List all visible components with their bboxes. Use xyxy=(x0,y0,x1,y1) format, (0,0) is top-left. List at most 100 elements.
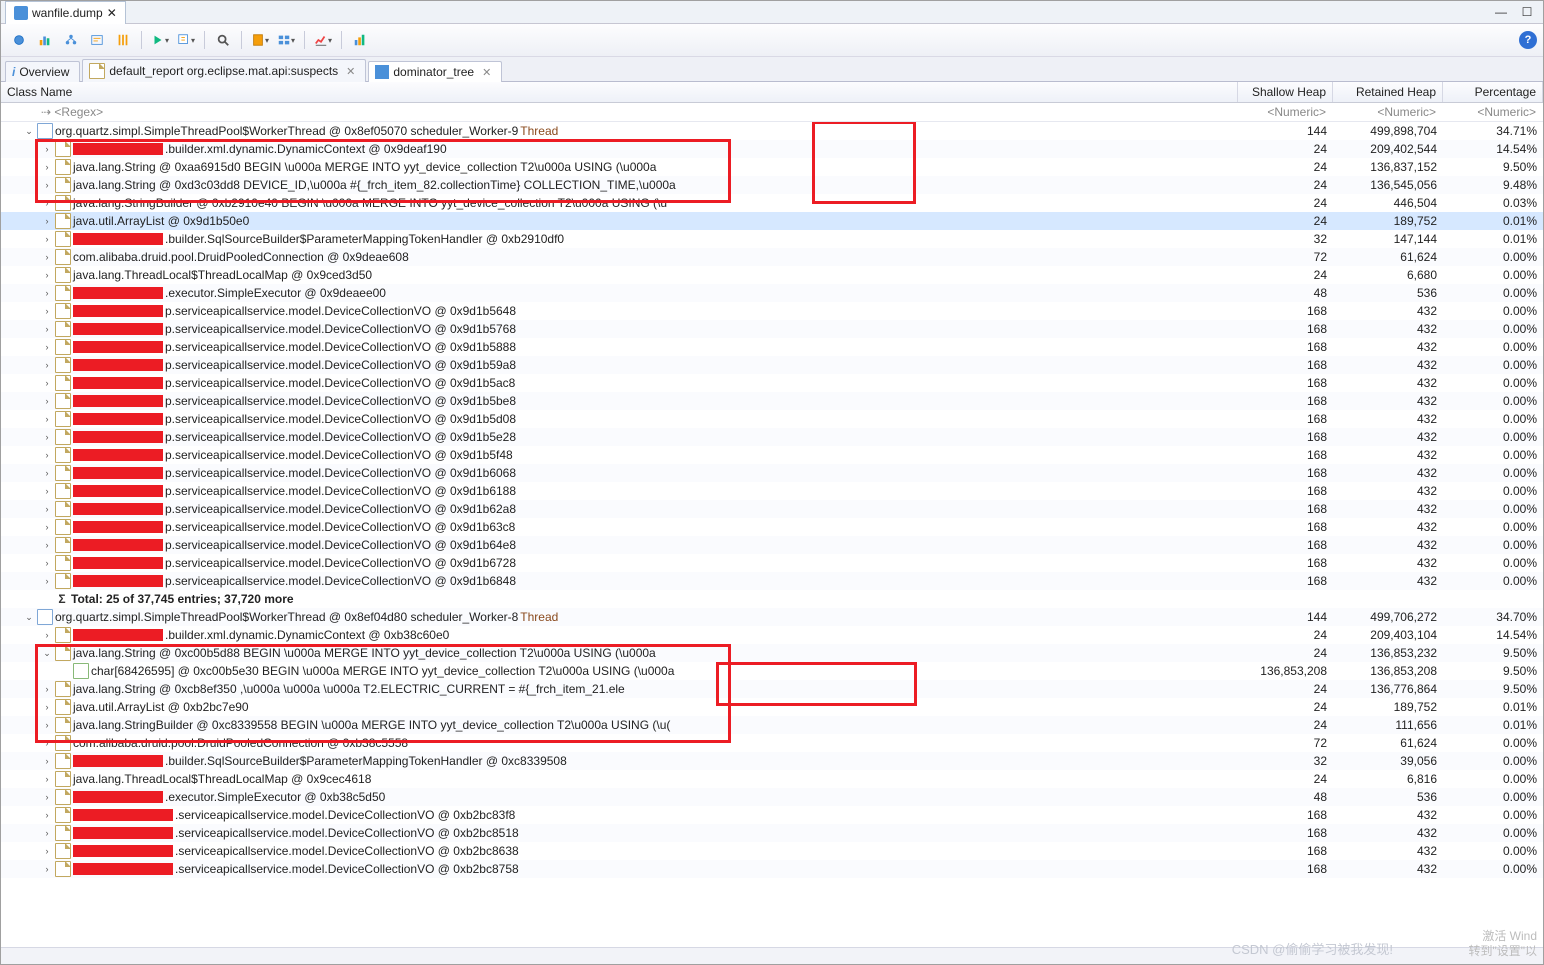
table-row[interactable]: Σ Total: 25 of 37,745 entries; 37,720 mo… xyxy=(1,590,1543,608)
expand-toggle[interactable]: › xyxy=(41,359,53,371)
close-icon[interactable]: ✕ xyxy=(107,6,117,20)
table-row[interactable]: › .builder.SqlSourceBuilder$ParameterMap… xyxy=(1,752,1543,770)
table-row[interactable]: › java.lang.ThreadLocal$ThreadLocalMap @… xyxy=(1,770,1543,788)
table-row[interactable]: › p.serviceapicallservice.model.DeviceCo… xyxy=(1,410,1543,428)
table-row[interactable]: › p.serviceapicallservice.model.DeviceCo… xyxy=(1,374,1543,392)
table-row[interactable]: › com.alibaba.druid.pool.DruidPooledConn… xyxy=(1,248,1543,266)
filter-retained-input[interactable]: <Numeric> xyxy=(1333,103,1443,121)
histogram-icon[interactable] xyxy=(33,28,57,52)
table-row[interactable]: › .serviceapicallservice.model.DeviceCol… xyxy=(1,806,1543,824)
expand-toggle[interactable]: › xyxy=(41,197,53,209)
expand-toggle[interactable]: › xyxy=(41,575,53,587)
table-row[interactable]: › com.alibaba.druid.pool.DruidPooledConn… xyxy=(1,734,1543,752)
table-row[interactable]: › p.serviceapicallservice.model.DeviceCo… xyxy=(1,392,1543,410)
expand-toggle[interactable]: › xyxy=(41,809,53,821)
table-row[interactable]: char[68426595] @ 0xc00b5e30 BEGIN \u000a… xyxy=(1,662,1543,680)
table-row[interactable]: › java.lang.StringBuilder @ 0xb2910e40 B… xyxy=(1,194,1543,212)
table-row[interactable]: › java.lang.String @ 0xcb8ef350 ,\u000a … xyxy=(1,680,1543,698)
expand-toggle[interactable]: › xyxy=(41,539,53,551)
column-shallow-heap[interactable]: Shallow Heap xyxy=(1238,82,1333,102)
table-row[interactable]: › p.serviceapicallservice.model.DeviceCo… xyxy=(1,482,1543,500)
tab-dominator-tree[interactable]: dominator_tree ✕ xyxy=(368,61,502,82)
table-row[interactable]: › p.serviceapicallservice.model.DeviceCo… xyxy=(1,554,1543,572)
expand-toggle[interactable]: › xyxy=(41,161,53,173)
expand-toggle[interactable]: ⌄ xyxy=(23,611,35,623)
table-row[interactable]: › p.serviceapicallservice.model.DeviceCo… xyxy=(1,338,1543,356)
expand-toggle[interactable]: › xyxy=(41,377,53,389)
table-row[interactable]: › .serviceapicallservice.model.DeviceCol… xyxy=(1,824,1543,842)
table-row[interactable]: › .executor.SimpleExecutor @ 0xb38c5d504… xyxy=(1,788,1543,806)
table-row[interactable]: › .builder.xml.dynamic.DynamicContext @ … xyxy=(1,626,1543,644)
expand-toggle[interactable]: › xyxy=(41,863,53,875)
grouping-menu-icon[interactable]: ▾ xyxy=(274,28,298,52)
expand-toggle[interactable]: › xyxy=(41,629,53,641)
tab-default-report[interactable]: default_report org.eclipse.mat.api:suspe… xyxy=(82,59,366,82)
query-menu-icon[interactable]: ▾ xyxy=(174,28,198,52)
threads-icon[interactable] xyxy=(111,28,135,52)
table-row[interactable]: › java.util.ArrayList @ 0x9d1b50e024189,… xyxy=(1,212,1543,230)
table-row[interactable]: › java.lang.StringBuilder @ 0xc8339558 B… xyxy=(1,716,1543,734)
expand-toggle[interactable]: › xyxy=(41,341,53,353)
table-row[interactable]: › java.lang.String @ 0xaa6915d0 BEGIN \u… xyxy=(1,158,1543,176)
dominator-icon[interactable] xyxy=(59,28,83,52)
column-class-name[interactable]: Class Name xyxy=(1,82,1238,102)
expand-toggle[interactable]: › xyxy=(41,683,53,695)
maximize-button[interactable]: ☐ xyxy=(1515,4,1539,20)
expand-toggle[interactable]: › xyxy=(41,233,53,245)
run-report-menu-icon[interactable]: ▾ xyxy=(148,28,172,52)
table-row[interactable]: › .serviceapicallservice.model.DeviceCol… xyxy=(1,860,1543,878)
search-icon[interactable] xyxy=(211,28,235,52)
expand-toggle[interactable]: › xyxy=(41,485,53,497)
expand-toggle[interactable]: ⌄ xyxy=(41,647,53,659)
minimize-button[interactable]: — xyxy=(1489,4,1513,20)
export-icon[interactable] xyxy=(348,28,372,52)
table-row[interactable]: › p.serviceapicallservice.model.DeviceCo… xyxy=(1,518,1543,536)
table-row[interactable]: › p.serviceapicallservice.model.DeviceCo… xyxy=(1,320,1543,338)
table-row[interactable]: › java.lang.String @ 0xd3c03dd8 DEVICE_I… xyxy=(1,176,1543,194)
table-row[interactable]: › java.lang.ThreadLocal$ThreadLocalMap @… xyxy=(1,266,1543,284)
expand-toggle[interactable]: › xyxy=(41,143,53,155)
table-row[interactable]: › p.serviceapicallservice.model.DeviceCo… xyxy=(1,446,1543,464)
expand-toggle[interactable]: › xyxy=(41,773,53,785)
expand-toggle[interactable]: › xyxy=(41,845,53,857)
expand-toggle[interactable]: › xyxy=(41,251,53,263)
expand-toggle[interactable]: › xyxy=(41,179,53,191)
expand-toggle[interactable]: › xyxy=(41,449,53,461)
expand-toggle[interactable]: › xyxy=(41,395,53,407)
expand-toggle[interactable]: › xyxy=(41,755,53,767)
expand-toggle[interactable]: › xyxy=(41,701,53,713)
table-row[interactable]: › p.serviceapicallservice.model.DeviceCo… xyxy=(1,464,1543,482)
help-icon[interactable]: ? xyxy=(1519,31,1537,49)
expand-toggle[interactable]: › xyxy=(41,521,53,533)
chart-edit-icon[interactable]: ▾ xyxy=(311,28,335,52)
column-percentage[interactable]: Percentage xyxy=(1443,82,1543,102)
expand-toggle[interactable] xyxy=(59,665,71,677)
expand-toggle[interactable]: › xyxy=(41,413,53,425)
table-row[interactable]: › .builder.SqlSourceBuilder$ParameterMap… xyxy=(1,230,1543,248)
expand-toggle[interactable]: › xyxy=(41,215,53,227)
table-body[interactable]: ⌄ org.quartz.simpl.SimpleThreadPool$Work… xyxy=(1,122,1543,947)
column-retained-heap[interactable]: Retained Heap xyxy=(1333,82,1443,102)
expand-toggle[interactable]: ⌄ xyxy=(23,125,35,137)
filter-name-input[interactable]: <Regex> xyxy=(54,105,103,119)
filter-shallow-input[interactable]: <Numeric> xyxy=(1238,103,1333,121)
editor-tab[interactable]: wanfile.dump ✕ xyxy=(5,1,126,25)
table-row[interactable]: ⌄ java.lang.String @ 0xc00b5d88 BEGIN \u… xyxy=(1,644,1543,662)
table-row[interactable]: › p.serviceapicallservice.model.DeviceCo… xyxy=(1,500,1543,518)
expand-toggle[interactable]: › xyxy=(41,503,53,515)
tab-overview[interactable]: i Overview xyxy=(5,61,80,82)
calculate-menu-icon[interactable]: ▾ xyxy=(248,28,272,52)
expand-toggle[interactable]: › xyxy=(41,305,53,317)
expand-toggle[interactable]: › xyxy=(41,827,53,839)
expand-toggle[interactable]: › xyxy=(41,791,53,803)
expand-toggle[interactable]: › xyxy=(41,269,53,281)
table-row[interactable]: › p.serviceapicallservice.model.DeviceCo… xyxy=(1,572,1543,590)
expand-toggle[interactable]: › xyxy=(41,557,53,569)
expand-toggle[interactable]: › xyxy=(41,323,53,335)
filter-percent-input[interactable]: <Numeric> xyxy=(1443,103,1543,121)
expand-toggle[interactable]: › xyxy=(41,719,53,731)
table-row[interactable]: › java.util.ArrayList @ 0xb2bc7e9024189,… xyxy=(1,698,1543,716)
close-icon[interactable]: ✕ xyxy=(346,65,355,78)
table-row[interactable]: › .builder.xml.dynamic.DynamicContext @ … xyxy=(1,140,1543,158)
table-row[interactable]: › .serviceapicallservice.model.DeviceCol… xyxy=(1,842,1543,860)
